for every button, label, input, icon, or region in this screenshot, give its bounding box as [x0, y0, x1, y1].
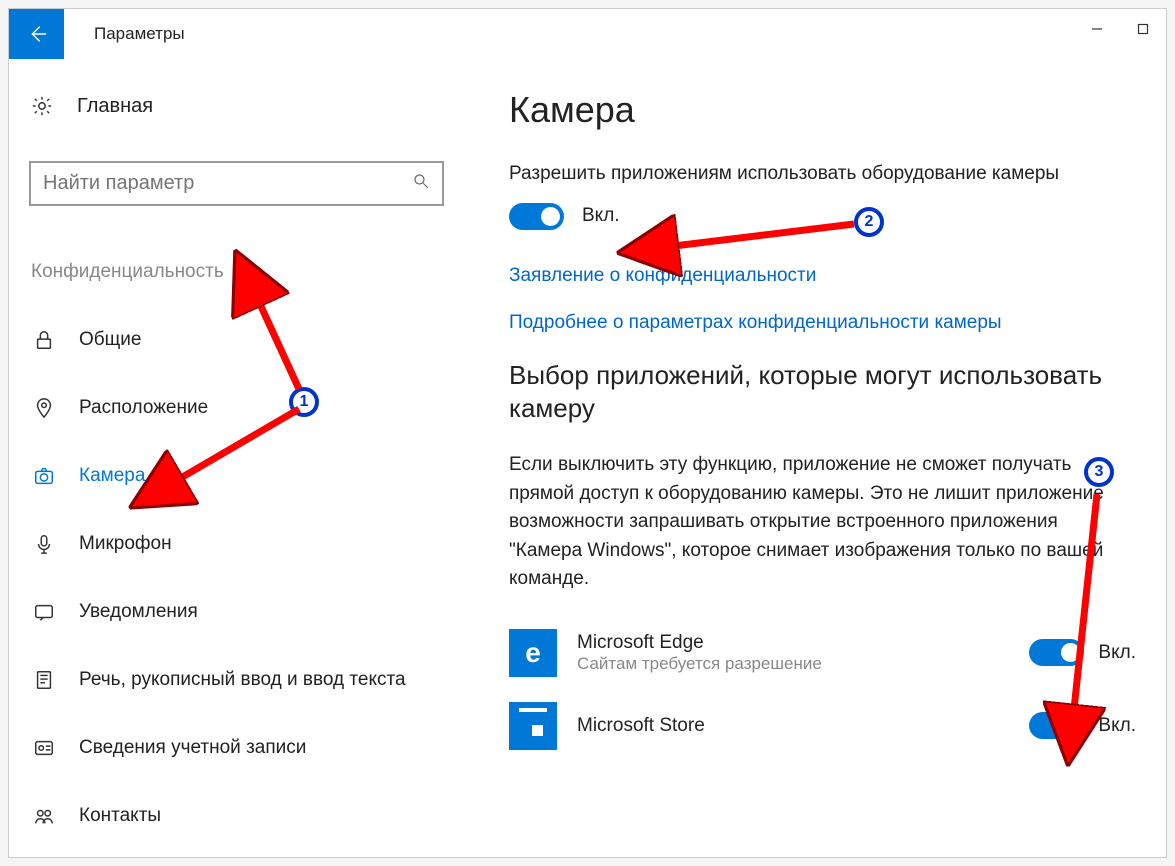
app-toggle-edge[interactable]	[1029, 639, 1084, 666]
category-label: Конфиденциальность	[29, 261, 444, 283]
sidebar-item-label: Общие	[79, 329, 141, 351]
app-name: Microsoft Edge	[577, 632, 1029, 654]
learn-more-link[interactable]: Подробнее о параметрах конфиденциальност…	[509, 312, 1136, 334]
sidebar-item-label: Уведомления	[79, 601, 198, 623]
home-label: Главная	[77, 95, 153, 118]
toggle-state-label: Вкл.	[582, 205, 620, 227]
lock-icon	[31, 327, 57, 353]
location-icon	[31, 395, 57, 421]
sidebar-item-label: Камера	[79, 465, 145, 487]
search-icon	[412, 172, 430, 195]
app-row-store: Microsoft Store Вкл.	[509, 702, 1136, 750]
allow-apps-toggle[interactable]	[509, 203, 564, 230]
notifications-icon	[31, 599, 57, 625]
settings-window: Параметры Главная Конфиденциальность	[8, 8, 1167, 858]
sidebar-item-account[interactable]: Сведения учетной записи	[29, 719, 444, 777]
choose-apps-heading: Выбор приложений, которые могут использо…	[509, 359, 1136, 427]
app-name: Microsoft Store	[577, 715, 1029, 737]
sidebar-item-contacts[interactable]: Контакты	[29, 787, 444, 845]
back-button[interactable]	[9, 9, 64, 59]
minimize-button[interactable]	[1074, 9, 1120, 49]
annotation-badge-3: 3	[1084, 457, 1114, 487]
store-icon	[509, 702, 557, 750]
app-toggle-state: Вкл.	[1098, 642, 1136, 664]
sidebar-item-location[interactable]: Расположение	[29, 379, 444, 437]
app-subtitle: Сайтам требуется разрешение	[577, 654, 1029, 674]
app-toggle-state: Вкл.	[1098, 715, 1136, 737]
search-box[interactable]	[29, 161, 444, 206]
sidebar-item-camera[interactable]: Камера	[29, 447, 444, 505]
home-link[interactable]: Главная	[29, 89, 444, 123]
search-input[interactable]	[43, 172, 412, 195]
sidebar: Главная Конфиденциальность Общие Располо…	[9, 59, 464, 857]
camera-icon	[31, 463, 57, 489]
annotation-badge-1: 1	[289, 387, 319, 417]
sidebar-item-general[interactable]: Общие	[29, 311, 444, 369]
sidebar-item-notifications[interactable]: Уведомления	[29, 583, 444, 641]
choose-apps-description: Если выключить эту функцию, приложение н…	[509, 451, 1136, 594]
sidebar-item-label: Сведения учетной записи	[79, 737, 306, 759]
account-icon	[31, 735, 57, 761]
sidebar-item-label: Микрофон	[79, 533, 172, 555]
sidebar-item-label: Расположение	[79, 397, 208, 419]
annotation-badge-2: 2	[854, 207, 884, 237]
page-heading: Камера	[509, 89, 1136, 131]
speech-icon	[31, 667, 57, 693]
sidebar-item-label: Речь, рукописный ввод и ввод текста	[79, 669, 406, 691]
app-row-edge: e Microsoft Edge Сайтам требуется разреш…	[509, 629, 1136, 677]
microphone-icon	[31, 531, 57, 557]
content-pane: Камера Разрешить приложениям использоват…	[464, 59, 1166, 857]
sidebar-item-label: Контакты	[79, 805, 161, 827]
titlebar: Параметры	[9, 9, 1166, 59]
window-controls	[1074, 9, 1166, 49]
sidebar-item-microphone[interactable]: Микрофон	[29, 515, 444, 573]
gear-icon	[29, 93, 55, 119]
arrow-left-icon	[26, 23, 48, 45]
window-title: Параметры	[94, 24, 185, 44]
app-toggle-store[interactable]	[1029, 712, 1084, 739]
sidebar-item-speech[interactable]: Речь, рукописный ввод и ввод текста	[29, 651, 444, 709]
allow-apps-label: Разрешить приложениям использовать обору…	[509, 161, 1136, 188]
privacy-statement-link[interactable]: Заявление о конфиденциальности	[509, 265, 1136, 287]
contacts-icon	[31, 803, 57, 829]
edge-icon: e	[509, 629, 557, 677]
